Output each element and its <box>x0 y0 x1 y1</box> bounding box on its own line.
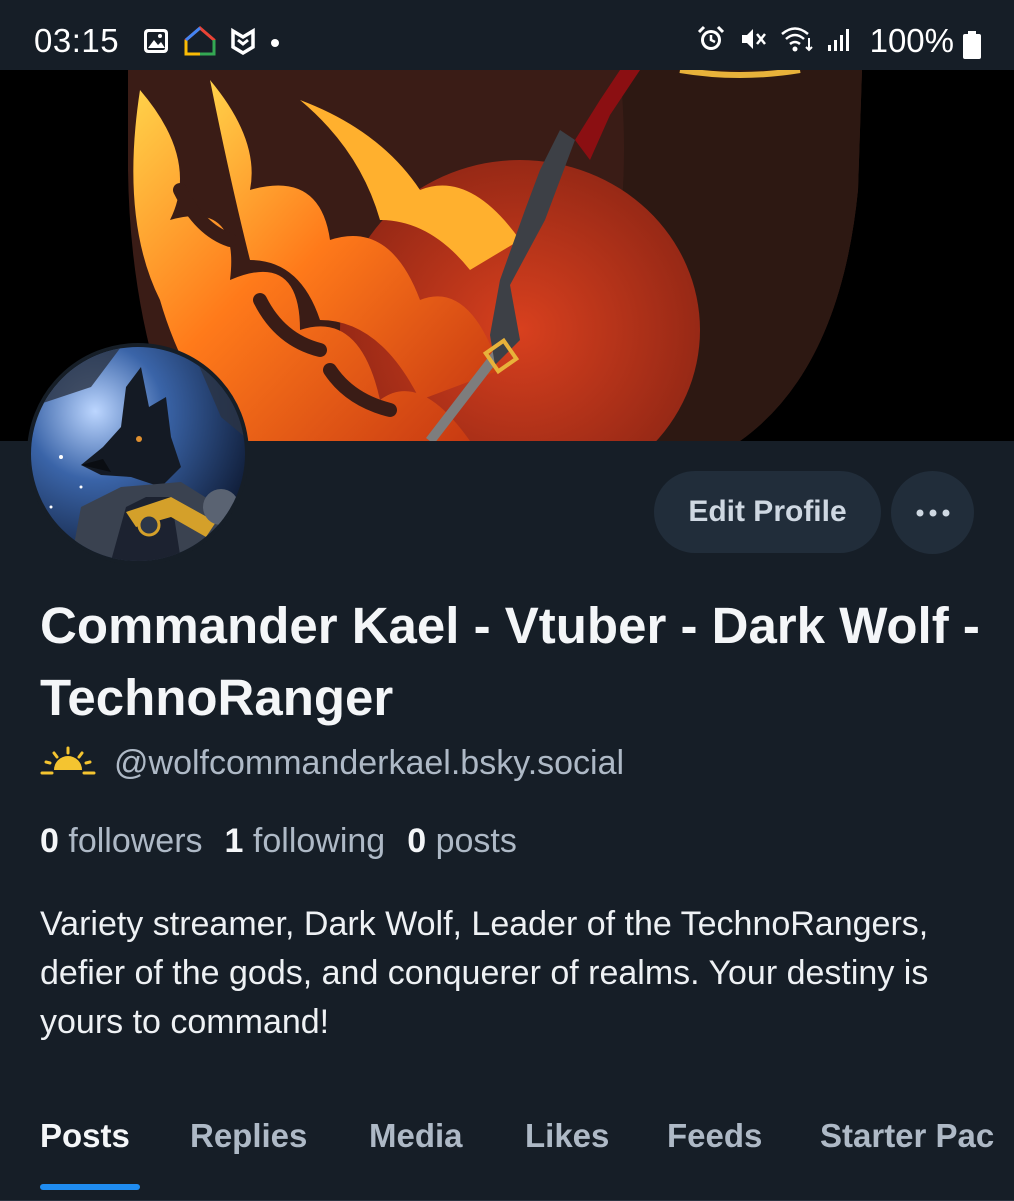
system-icons <box>696 24 854 59</box>
tab-replies[interactable]: Replies <box>190 1110 307 1162</box>
posts-stat: 0 posts <box>407 822 517 861</box>
tab-starter-packs[interactable]: Starter Pac <box>820 1110 994 1162</box>
profile-tabs: Posts Replies Media Likes Feeds Starter … <box>0 1110 1014 1201</box>
google-home-icon <box>184 26 216 61</box>
active-tab-indicator <box>40 1184 140 1190</box>
signal-icon <box>826 25 854 58</box>
profile-bio: Variety streamer, Dark Wolf, Leader of t… <box>40 905 929 1041</box>
battery-icon <box>962 31 982 59</box>
gallery-icon <box>142 27 170 60</box>
followers-label: followers <box>68 822 203 860</box>
notification-icons <box>142 26 280 61</box>
following-count: 1 <box>224 822 244 860</box>
tab-media[interactable]: Media <box>369 1110 463 1162</box>
status-bar: 03:15 100% <box>0 0 1014 70</box>
mute-icon <box>738 24 768 59</box>
tab-posts[interactable]: Posts <box>40 1110 130 1162</box>
following-link[interactable]: 1 following <box>225 822 386 861</box>
following-label: following <box>252 822 386 860</box>
more-options-button[interactable] <box>891 471 974 554</box>
status-time: 03:15 <box>34 22 120 59</box>
profile-handle[interactable]: @wolfcommanderkael.bsky.social <box>114 744 624 783</box>
sunrise-icon <box>40 746 96 781</box>
edit-profile-button[interactable]: Edit Profile <box>654 471 881 553</box>
malwarebytes-icon <box>230 27 256 60</box>
ellipsis-icon <box>916 504 950 522</box>
battery-percentage: 100% <box>869 22 954 59</box>
posts-count: 0 <box>407 822 427 860</box>
tab-likes[interactable]: Likes <box>525 1110 609 1162</box>
followers-count: 0 <box>40 822 59 860</box>
posts-label: posts <box>435 822 517 860</box>
wifi-icon <box>780 24 814 59</box>
profile-stats: 0 followers 1 following 0 posts <box>40 822 517 861</box>
handle-row: @wolfcommanderkael.bsky.social <box>40 744 624 783</box>
profile-display-name: Commander Kael - Vtuber - Dark Wolf - Te… <box>40 597 980 726</box>
followers-link[interactable]: 0 followers <box>40 822 203 861</box>
alarm-icon <box>696 24 726 59</box>
tab-feeds[interactable]: Feeds <box>667 1110 762 1162</box>
dot-icon <box>270 35 280 53</box>
avatar[interactable] <box>27 343 249 565</box>
